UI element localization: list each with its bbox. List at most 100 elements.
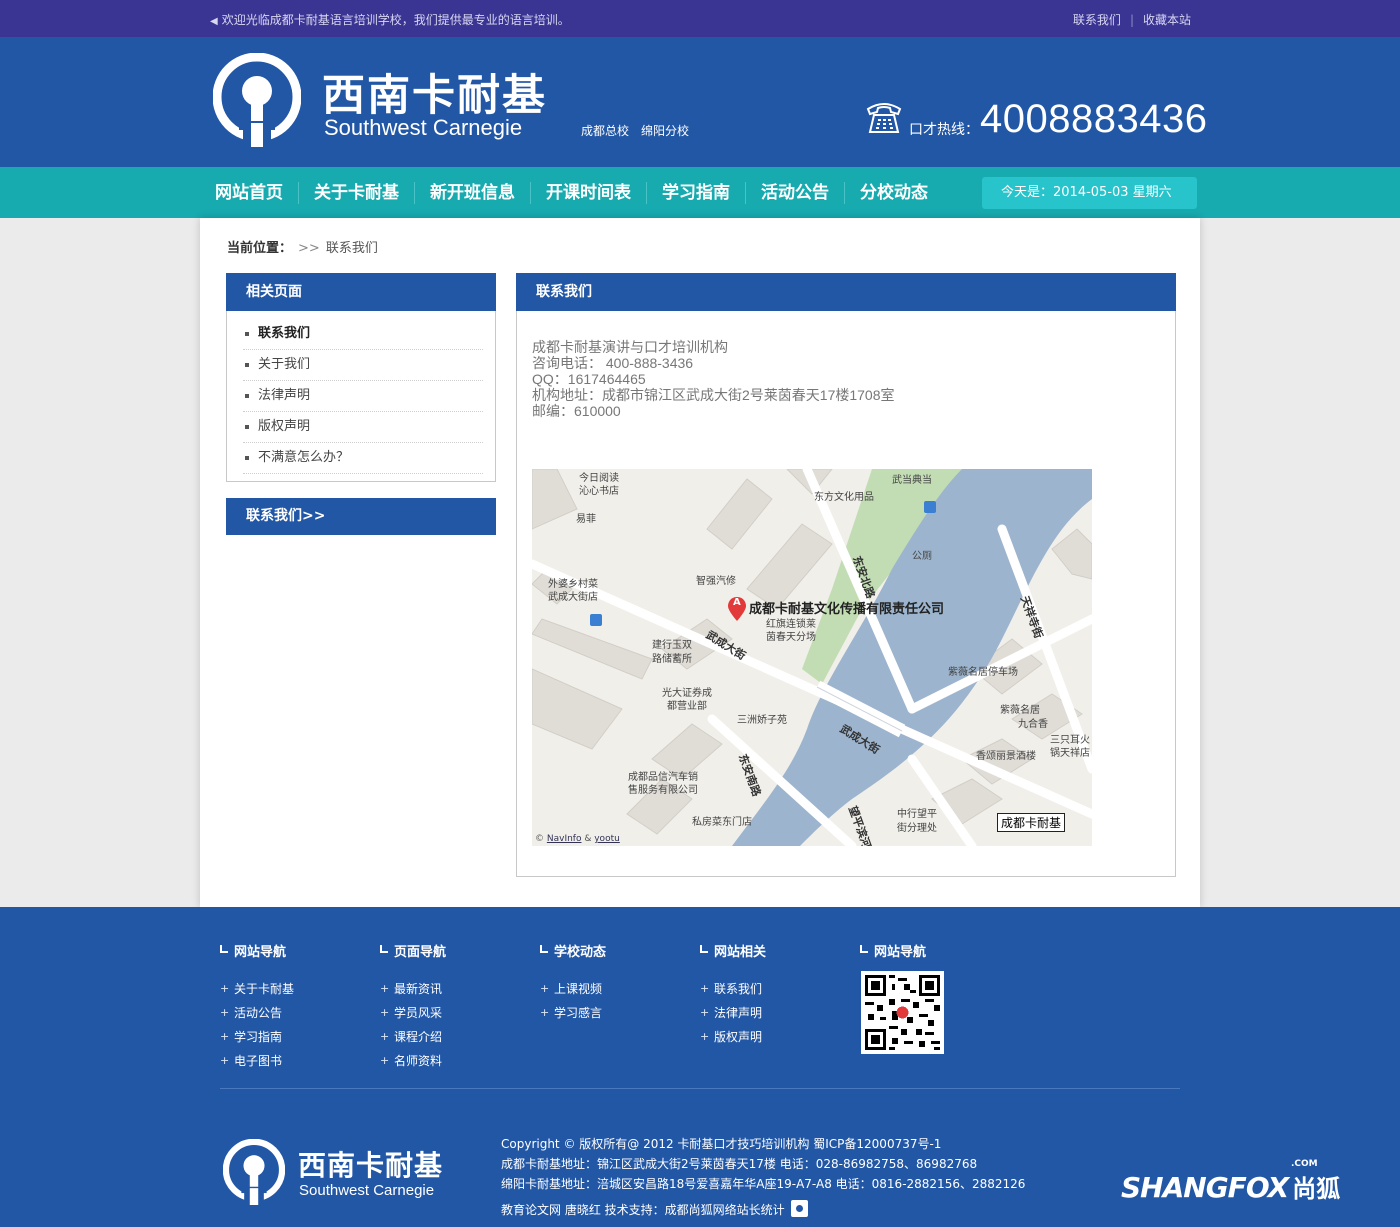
footer-col-title: 网站导航 <box>860 941 926 960</box>
map-poi-label: 易菲 <box>576 514 596 525</box>
info-postcode: 邮编：610000 <box>532 403 621 419</box>
footer-brand-en: Southwest Carnegie <box>299 1182 435 1199</box>
branch-links: 成都总校 绵阳分校 <box>581 122 701 139</box>
footer-col-school-news: 学校动态 上课视频 学习感言 <box>540 941 606 1025</box>
footer-col-site-related: 网站相关 联系我们 法律声明 版权声明 <box>700 941 766 1049</box>
header: 西南卡耐基 Southwest Carnegie 成都总校 绵阳分校 口才热线： … <box>0 37 1400 167</box>
nav-item-schedule[interactable]: 开课时间表 <box>531 181 647 204</box>
map-location-tag: 成都卡耐基 <box>997 813 1066 832</box>
footer-link[interactable]: 版权声明 <box>700 1025 766 1049</box>
map-credit: © NavInfo & yootu <box>535 834 620 844</box>
nav-item-about[interactable]: 关于卡耐基 <box>299 181 415 204</box>
map-poi-label: 紫薇名居 <box>1000 705 1040 716</box>
sidebar-list: 联系我们 关于我们 法律声明 版权声明 不满意怎么办？ <box>226 311 496 482</box>
footer-link[interactable]: 活动公告 <box>220 1001 294 1025</box>
content-box: 成都卡耐基演讲与口才培训机构 咨询电话： 400-888-3436 QQ：161… <box>516 311 1176 877</box>
sidebar-item-complaint[interactable]: 不满意怎么办？ <box>243 443 483 474</box>
map-credit-link[interactable]: NavInfo <box>547 834 582 844</box>
contact-info: 成都卡耐基演讲与口才培训机构 咨询电话： 400-888-3436 QQ：161… <box>532 339 895 419</box>
footer-brand-cn: 西南卡耐基 <box>298 1149 444 1182</box>
footer-link[interactable]: 学习指南 <box>220 1025 294 1049</box>
footer-col-title: 网站导航 <box>220 941 294 960</box>
map-poi-label: 茵春天分场 <box>766 632 816 643</box>
footer-link[interactable]: 法律声明 <box>700 1001 766 1025</box>
info-qq: QQ：1617464465 <box>532 371 646 387</box>
sidebar-item-contact[interactable]: 联系我们 <box>243 319 483 350</box>
info-org: 成都卡耐基演讲与口才培训机构 <box>532 339 728 355</box>
map-poi-label: 武当典当 <box>892 475 932 486</box>
stats-icon[interactable] <box>790 1200 808 1217</box>
hotline-number: 4008883436 <box>980 97 1208 141</box>
footer-link[interactable]: 联系我们 <box>700 977 766 1001</box>
map-poi-label: 公厕 <box>912 551 932 562</box>
map-poi-label: 九合香 <box>1018 719 1048 730</box>
footer-col-site-nav: 网站导航 关于卡耐基 活动公告 学习指南 电子图书 <box>220 941 294 1073</box>
footer-col-title: 学校动态 <box>540 941 606 960</box>
map-poi-label: 香颂丽景酒楼 <box>976 751 1036 762</box>
location-map[interactable]: A 成都卡耐基文化传播有限责任公司 今日阅读 沁心书店 易菲 外婆乡村菜 武成大… <box>532 469 1092 846</box>
map-poi-label: 沁心书店 <box>579 486 619 497</box>
top-links: 联系我们 | 收藏本站 <box>1073 11 1191 28</box>
map-credit-link[interactable]: yootu <box>594 834 620 844</box>
map-poi-label: 中行望平 <box>897 809 937 820</box>
content-title: 联系我们 <box>516 273 1176 311</box>
breadcrumb-arrow: >> <box>298 241 320 256</box>
footer-link[interactable]: 学员风采 <box>380 1001 446 1025</box>
logo-icon[interactable] <box>213 53 301 147</box>
footer-link[interactable]: 名师资料 <box>380 1049 446 1073</box>
footer-link[interactable]: 课程介绍 <box>380 1025 446 1049</box>
map-poi-label: 紫薇名居停车场 <box>948 667 1018 678</box>
map-poi-label: 锅天祥店 <box>1050 748 1090 759</box>
branch-chengdu-link[interactable]: 成都总校 <box>581 124 629 138</box>
map-graphic <box>532 469 1092 846</box>
bookmark-link[interactable]: 收藏本站 <box>1143 13 1191 27</box>
nav-item-new-classes[interactable]: 新开班信息 <box>415 181 531 204</box>
date-display: 今天是：2014-05-03 星期六 <box>982 177 1197 209</box>
map-marker-label: A <box>733 597 741 608</box>
footer-link[interactable]: 学习感言 <box>540 1001 606 1025</box>
shangfox-logo[interactable]: .COM SHANGFOX 尚狐 <box>1121 1159 1340 1204</box>
top-bar: ◀ 欢迎光临成都卡耐基语言培训学校，我们提供最专业的语言培训。 联系我们 | 收藏本站 <box>0 0 1400 37</box>
footer-link[interactable]: 上课视频 <box>540 977 606 1001</box>
nav-item-events[interactable]: 活动公告 <box>746 181 845 204</box>
qr-code-icon <box>861 971 944 1054</box>
branch-mianyang-link[interactable]: 绵阳分校 <box>641 124 689 138</box>
footer-link[interactable]: 电子图书 <box>220 1049 294 1073</box>
sidebar-title: 相关页面 <box>226 273 496 311</box>
copyright-line: Copyright © 版权所有@ 2012 卡耐基口才技巧培训机构 蜀ICP备… <box>501 1137 942 1151</box>
breadcrumb: 当前位置： >> 联系我们 <box>227 237 378 256</box>
contact-link[interactable]: 联系我们 <box>1073 13 1121 27</box>
footer-copyright: Copyright © 版权所有@ 2012 卡耐基口才技巧培训机构 蜀ICP备… <box>501 1134 1025 1220</box>
sidebar-item-about[interactable]: 关于我们 <box>243 350 483 381</box>
nav-item-home[interactable]: 网站首页 <box>200 181 299 204</box>
main-panel: 当前位置： >> 联系我们 相关页面 联系我们 关于我们 法律声明 版权声明 不满意… <box>200 218 1200 907</box>
footer-logo-icon <box>223 1139 285 1205</box>
map-poi-label: 智强汽修 <box>696 576 736 587</box>
chengdu-address-line: 成都卡耐基地址：锦江区武成大街2号莱茵春天17楼 电话：028-86982758… <box>501 1157 978 1171</box>
map-poi-label: 武成大街店 <box>548 592 598 603</box>
support-line: 教育论文网 唐晓红 技术支持：成都尚狐网络站长统计 <box>501 1200 1025 1220</box>
info-phone: 咨询电话： 400-888-3436 <box>532 355 694 371</box>
hotline-label: 口才热线： <box>909 122 979 138</box>
map-poi-label: 私房菜东门店 <box>692 817 752 828</box>
map-poi-label: 都营业部 <box>667 701 707 712</box>
telephone-icon <box>866 103 902 133</box>
nav-item-branch-news[interactable]: 分校动态 <box>845 182 943 204</box>
brand-name-cn: 西南卡耐基 <box>322 71 547 121</box>
sidebar-contact-button[interactable]: 联系我们>> <box>226 498 496 535</box>
separator: | <box>1129 13 1134 27</box>
main-nav: 网站首页 关于卡耐基 新开班信息 开课时间表 学习指南 活动公告 分校动态 今天… <box>0 167 1400 218</box>
map-poi-label: 建行玉双 <box>652 640 692 651</box>
footer-col-title: 网站相关 <box>700 941 766 960</box>
mianyang-address-line: 绵阳卡耐基地址：涪城区安昌路18号爱喜嘉年华A座19-A7-A8 电话：0816… <box>501 1177 1026 1191</box>
footer-link[interactable]: 关于卡耐基 <box>220 977 294 1001</box>
sidebar-item-legal[interactable]: 法律声明 <box>243 381 483 412</box>
shangfox-com: .COM <box>1291 1159 1318 1169</box>
breadcrumb-label: 当前位置： <box>227 241 293 256</box>
nav-list: 网站首页 关于卡耐基 新开班信息 开课时间表 学习指南 活动公告 分校动态 <box>200 167 943 218</box>
sidebar-item-copyright[interactable]: 版权声明 <box>243 412 483 443</box>
footer: 网站导航 关于卡耐基 活动公告 学习指南 电子图书 页面导航 最新资讯 学员风采… <box>0 907 1400 1227</box>
map-poi-label: 东方文化用品 <box>814 492 874 503</box>
nav-item-guide[interactable]: 学习指南 <box>647 181 746 204</box>
footer-link[interactable]: 最新资讯 <box>380 977 446 1001</box>
